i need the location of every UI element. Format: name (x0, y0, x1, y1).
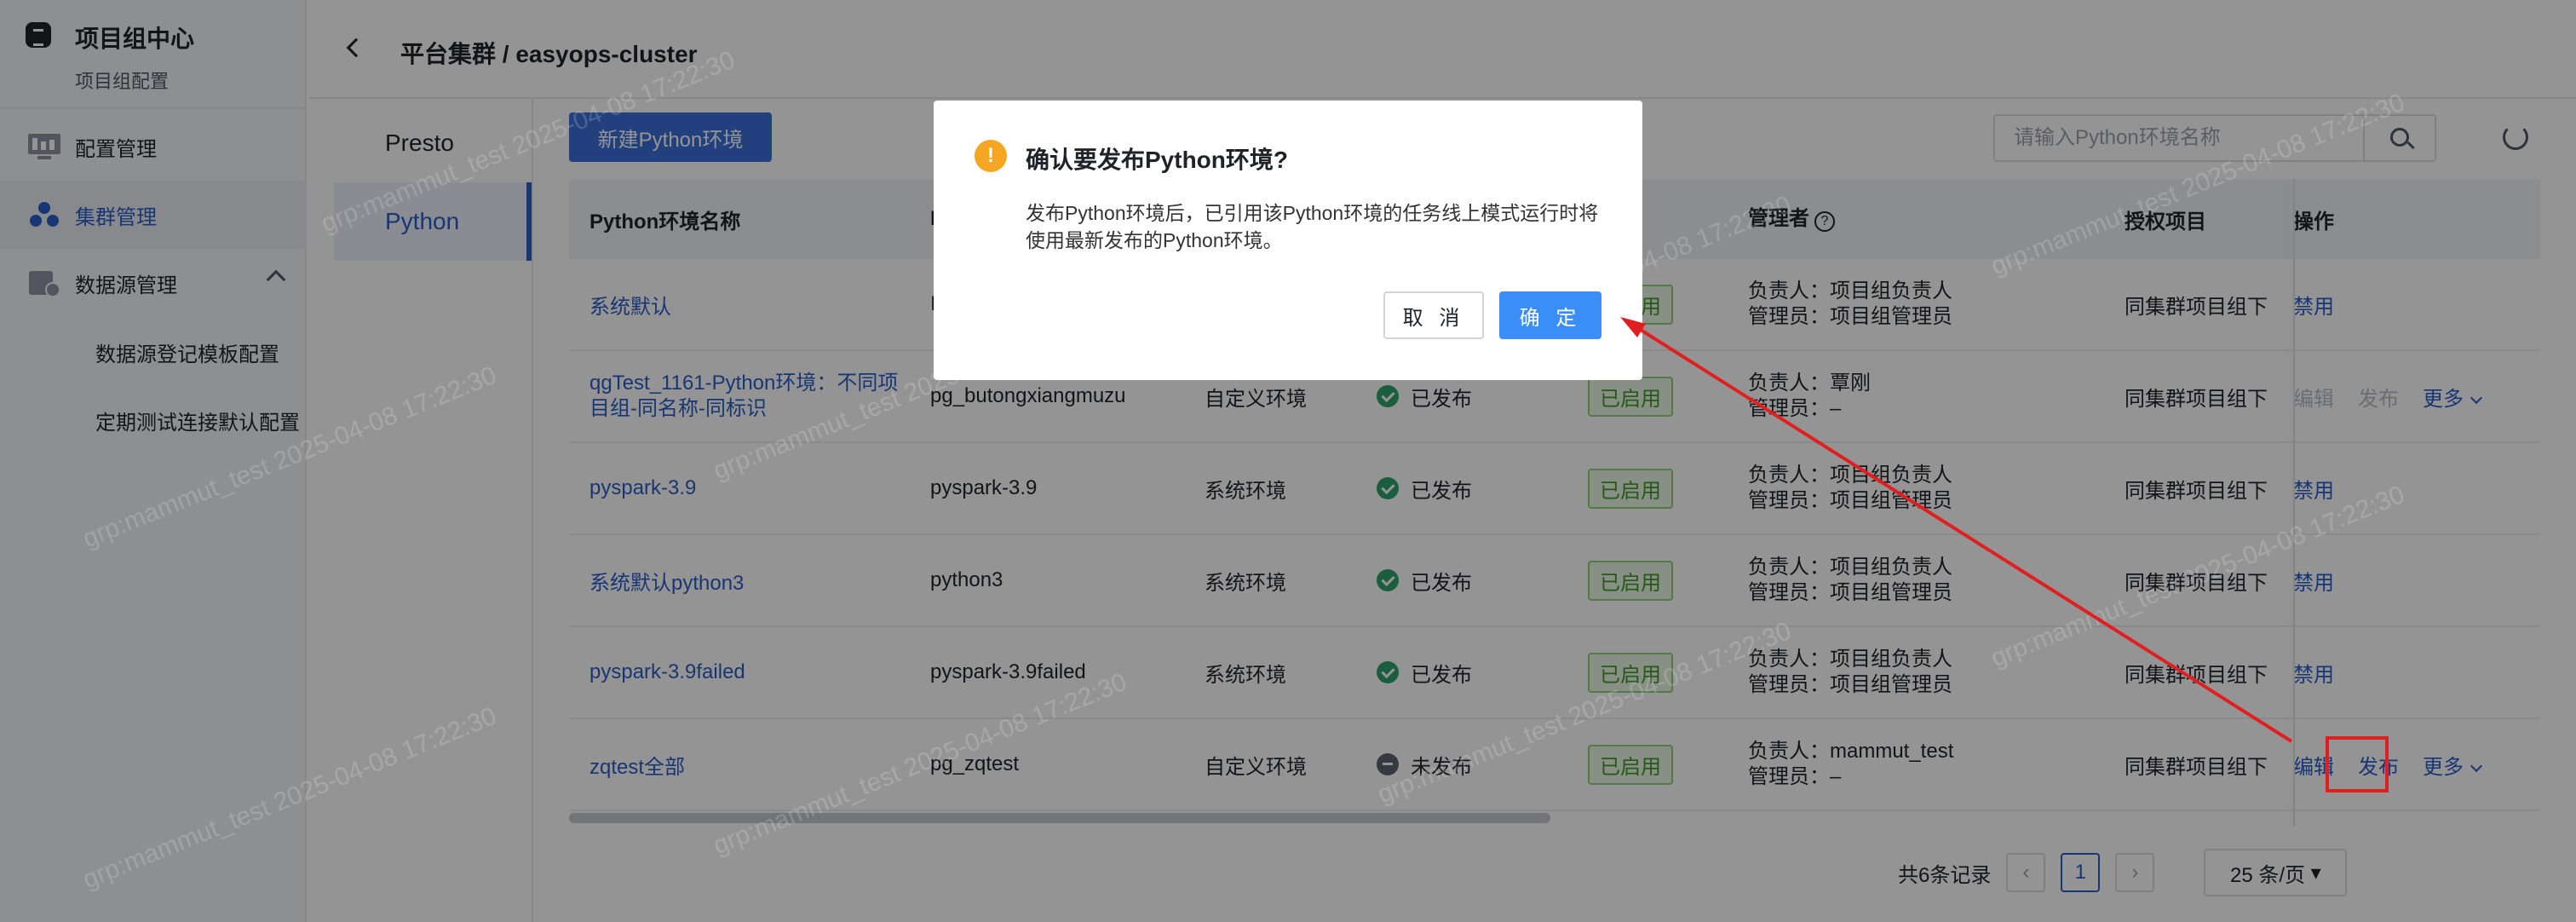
dialog-body: 发布Python环境后，已引用该Python环境的任务线上模式运行时将使用最新发… (1026, 202, 1599, 251)
confirm-publish-dialog: ! 确认要发布Python环境? 发布Python环境后，已引用该Python环… (934, 101, 1642, 380)
highlight-box (2326, 736, 2389, 792)
dialog-title: 确认要发布Python环境? (1026, 147, 1288, 173)
confirm-button[interactable]: 确 定 (1499, 291, 1601, 339)
warning-icon: ! (975, 140, 1007, 172)
cancel-button[interactable]: 取 消 (1383, 291, 1484, 339)
